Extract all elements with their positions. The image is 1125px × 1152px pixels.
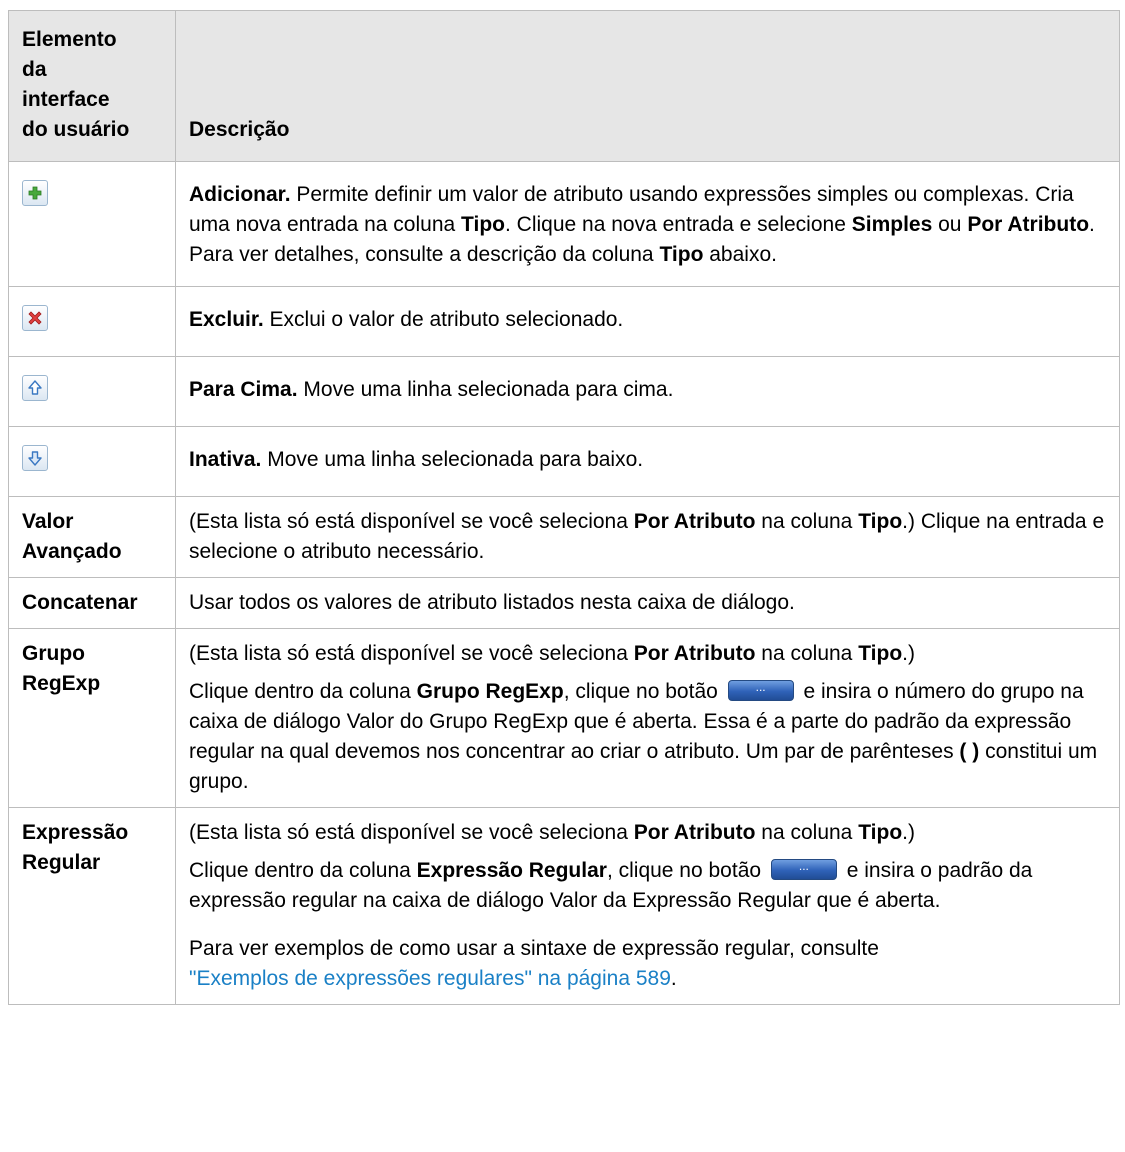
header-description: Descrição bbox=[175, 10, 1120, 162]
description-cell: Usar todos os valores de atributo listad… bbox=[175, 577, 1120, 629]
move-down-icon bbox=[22, 445, 48, 471]
header-ui-element: Elemento da interface do usuário bbox=[8, 10, 176, 162]
description-cell: Adicionar. Permite definir um valor de a… bbox=[175, 161, 1120, 287]
browse-button-image: ... bbox=[770, 859, 837, 880]
regex-examples-link[interactable]: "Exemplos de expressões regulares" na pá… bbox=[189, 967, 671, 990]
browse-button-image: ... bbox=[727, 680, 794, 701]
ui-element-cell bbox=[8, 161, 176, 287]
table-row: Para Cima. Move uma linha selecionada pa… bbox=[8, 356, 1120, 427]
ui-elements-table: Elemento da interface do usuário Descrição … bbox=[8, 10, 1120, 1005]
ui-element-name: Expressão Regular bbox=[8, 807, 176, 1005]
add-icon bbox=[22, 180, 48, 206]
ui-element-name: Valor Avançado bbox=[8, 496, 176, 578]
description-cell: (Esta lista só está disponível se você s… bbox=[175, 628, 1120, 808]
ui-element-name: Grupo RegExp bbox=[8, 628, 176, 808]
description-cell: Excluir. Exclui o valor de atributo sele… bbox=[175, 286, 1120, 357]
table-row: Adicionar. Permite definir um valor de a… bbox=[8, 161, 1120, 287]
description-cell: (Esta lista só está disponível se você s… bbox=[175, 496, 1120, 578]
description-cell: Inativa. Move uma linha selecionada para… bbox=[175, 426, 1120, 497]
ui-element-cell bbox=[8, 426, 176, 497]
description-cell: (Esta lista só está disponível se você s… bbox=[175, 807, 1120, 1005]
ui-element-cell bbox=[8, 356, 176, 427]
table-row: Concatenar Usar todos os valores de atri… bbox=[8, 577, 1120, 629]
description-cell: Para Cima. Move uma linha selecionada pa… bbox=[175, 356, 1120, 427]
delete-icon bbox=[22, 305, 48, 331]
table-row: Excluir. Exclui o valor de atributo sele… bbox=[8, 286, 1120, 357]
ui-element-name: Concatenar bbox=[8, 577, 176, 629]
table-row: Inativa. Move uma linha selecionada para… bbox=[8, 426, 1120, 497]
table-row: Expressão Regular (Esta lista só está dis… bbox=[8, 807, 1120, 1005]
move-up-icon bbox=[22, 375, 48, 401]
table-header-row: Elemento da interface do usuário Descrição bbox=[8, 10, 1120, 162]
table-row: Grupo RegExp (Esta lista só está disponív… bbox=[8, 628, 1120, 808]
ui-element-cell bbox=[8, 286, 176, 357]
table-row: Valor Avançado (Esta lista só está dispon… bbox=[8, 496, 1120, 578]
